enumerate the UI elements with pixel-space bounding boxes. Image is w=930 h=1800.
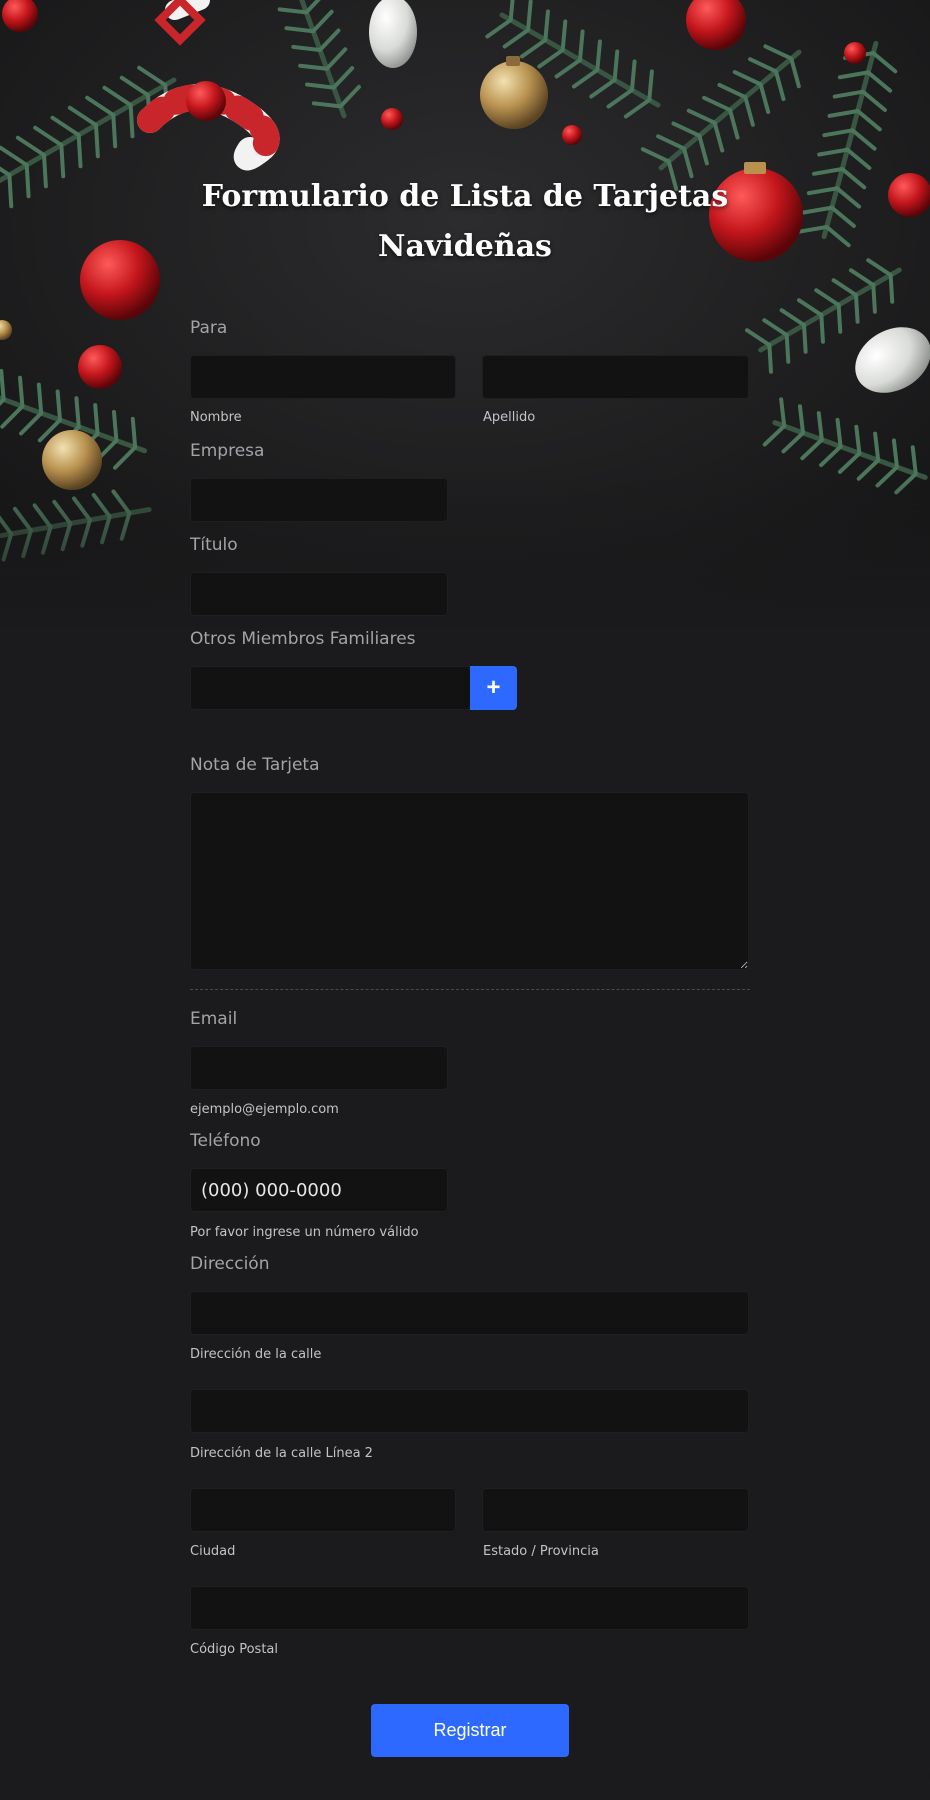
form-title: Formulario de Lista de Tarjetas Navideña… xyxy=(201,179,729,264)
street-input[interactable] xyxy=(190,1291,749,1335)
nota-label: Nota de Tarjeta xyxy=(190,755,320,775)
form-card: Formulario de Lista de Tarjetas Navideña… xyxy=(0,0,930,1800)
first-name-sublabel: Nombre xyxy=(190,410,242,425)
email-label: Email xyxy=(190,1009,238,1029)
telefono-label: Teléfono xyxy=(190,1131,261,1151)
street-sublabel: Dirección de la calle xyxy=(190,1347,322,1362)
postal-sublabel: Código Postal xyxy=(190,1642,279,1657)
street2-input[interactable] xyxy=(190,1389,749,1433)
city-sublabel: Ciudad xyxy=(190,1544,236,1559)
street2-sublabel: Dirección de la calle Línea 2 xyxy=(190,1446,373,1461)
para-label: Para xyxy=(190,318,228,338)
add-member-button[interactable]: + xyxy=(470,666,517,710)
email-sublabel: ejemplo@ejemplo.com xyxy=(190,1102,339,1117)
telefono-sublabel: Por favor ingrese un número válido xyxy=(190,1225,419,1240)
titulo-input[interactable] xyxy=(190,572,448,616)
state-input[interactable] xyxy=(482,1488,749,1532)
direccion-label: Dirección xyxy=(190,1254,270,1274)
otros-miembros-input[interactable] xyxy=(190,666,472,710)
telefono-input[interactable] xyxy=(190,1168,448,1212)
email-input[interactable] xyxy=(190,1046,448,1090)
nota-textarea[interactable] xyxy=(190,792,749,970)
otros-miembros-label: Otros Miembros Familiares xyxy=(190,629,416,649)
state-sublabel: Estado / Provincia xyxy=(483,1544,599,1559)
city-input[interactable] xyxy=(190,1488,456,1532)
last-name-sublabel: Apellido xyxy=(483,410,536,425)
postal-input[interactable] xyxy=(190,1586,749,1630)
titulo-label: Título xyxy=(190,535,238,555)
empresa-label: Empresa xyxy=(190,441,265,461)
section-divider xyxy=(190,989,750,990)
register-button[interactable]: Registrar xyxy=(371,1704,569,1757)
empresa-input[interactable] xyxy=(190,478,448,522)
first-name-input[interactable] xyxy=(190,355,456,399)
christmas-header-decoration xyxy=(0,0,930,630)
last-name-input[interactable] xyxy=(482,355,749,399)
